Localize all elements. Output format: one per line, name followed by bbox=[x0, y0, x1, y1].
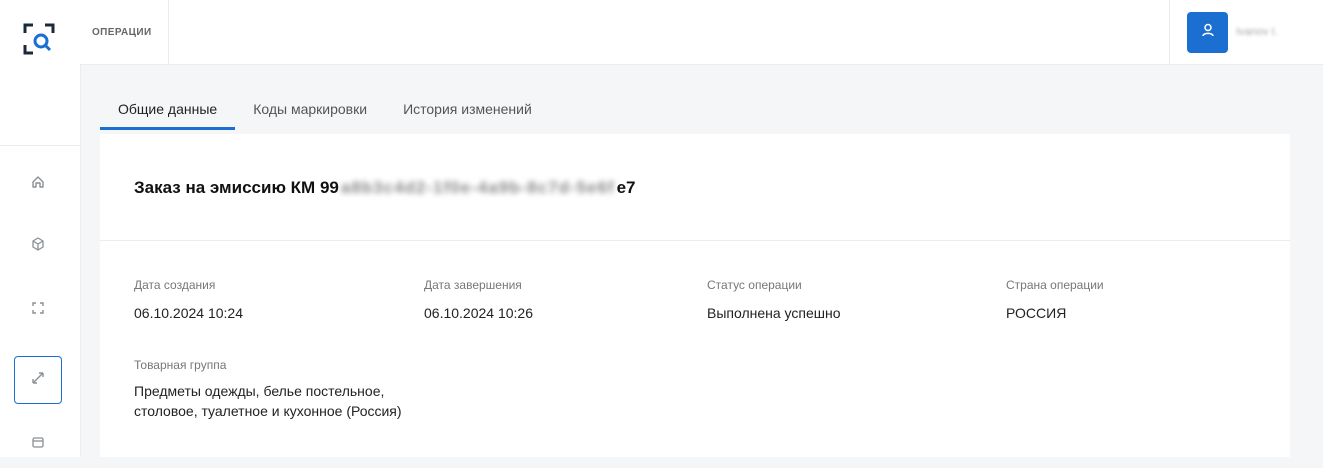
tab-history[interactable]: История изменений bbox=[385, 92, 550, 130]
user-avatar-button[interactable] bbox=[1187, 11, 1228, 53]
field-value: Выполнена успешно bbox=[707, 305, 841, 321]
wallet-icon bbox=[30, 434, 46, 455]
operation-details-card: Заказ на эмиссию КМ 99 a8b3c4d2-1f0e-4a9… bbox=[100, 134, 1290, 457]
user-icon bbox=[1200, 22, 1216, 43]
field-finished: Дата завершения 06.10.2024 10:26 bbox=[424, 278, 533, 323]
user-name: Ivanov I. bbox=[1236, 26, 1278, 38]
operations-icon bbox=[30, 370, 46, 391]
field-value: Предметы одежды, белье постельное, столо… bbox=[134, 383, 402, 419]
order-id-start: 99 bbox=[319, 178, 339, 197]
card-divider bbox=[100, 240, 1290, 241]
field-product-group: Товарная группа Предметы одежды, белье п… bbox=[134, 358, 404, 421]
top-header: ОПЕРАЦИИ Ivanov I. bbox=[80, 0, 1323, 65]
tab-bar: Общие данные Коды маркировки История изм… bbox=[100, 92, 550, 132]
field-country: Страна операции РОССИЯ bbox=[1006, 278, 1104, 323]
sidebar-item-products[interactable] bbox=[14, 222, 62, 270]
tab-general[interactable]: Общие данные bbox=[100, 92, 236, 130]
sidebar-item-wallet[interactable] bbox=[14, 420, 62, 468]
tab-marking-codes[interactable]: Коды маркировки bbox=[235, 92, 385, 130]
order-id-end: e7 bbox=[616, 178, 636, 197]
user-menu[interactable]: Ivanov I. bbox=[1169, 0, 1323, 64]
field-label: Статус операции bbox=[707, 278, 802, 292]
field-status: Статус операции Выполнена успешно bbox=[707, 278, 841, 323]
sidebar-divider bbox=[0, 145, 80, 146]
field-created: Дата создания 06.10.2024 10:24 bbox=[134, 278, 243, 323]
section-title: ОПЕРАЦИИ bbox=[92, 0, 169, 64]
field-value: 06.10.2024 10:24 bbox=[134, 305, 243, 321]
logo-icon[interactable] bbox=[22, 22, 56, 56]
scan-icon bbox=[30, 300, 46, 321]
sidebar-item-home[interactable] bbox=[14, 160, 62, 208]
home-icon bbox=[30, 174, 46, 195]
field-label: Товарная группа bbox=[134, 358, 227, 372]
order-id-redacted: a8b3c4d2-1f0e-4a9b-8c7d-5e6f bbox=[340, 178, 615, 197]
sidebar-item-codes[interactable] bbox=[14, 286, 62, 334]
field-label: Дата завершения bbox=[424, 278, 522, 292]
field-label: Дата создания bbox=[134, 278, 216, 292]
package-icon bbox=[30, 236, 46, 257]
field-value: 06.10.2024 10:26 bbox=[424, 305, 533, 321]
order-title-prefix: Заказ на эмиссию КМ bbox=[134, 178, 316, 197]
sidebar bbox=[0, 0, 81, 457]
order-title: Заказ на эмиссию КМ 99 a8b3c4d2-1f0e-4a9… bbox=[134, 178, 636, 198]
sidebar-item-operations[interactable] bbox=[14, 356, 62, 404]
field-value: РОССИЯ bbox=[1006, 305, 1067, 321]
field-label: Страна операции bbox=[1006, 278, 1104, 292]
